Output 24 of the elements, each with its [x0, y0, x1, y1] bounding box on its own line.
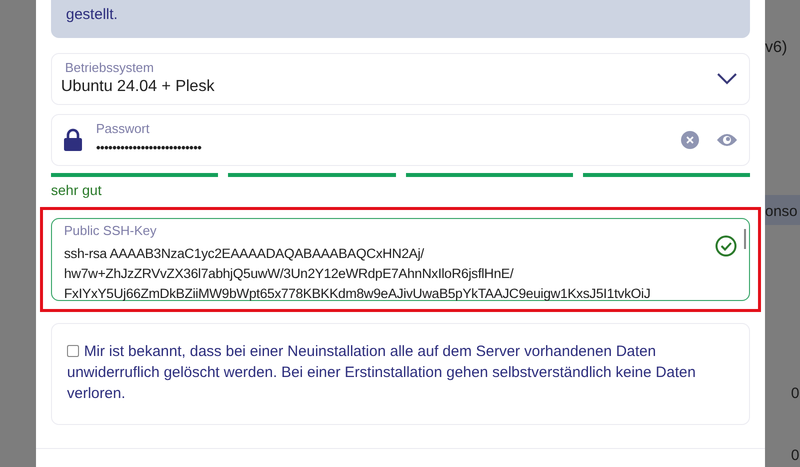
- consent-text: Mir ist bekannt, dass bei einer Neuinstallation alle auf dem Server vorhandenen Daten unwiderruflich gelöscht werden. Bei einer Erstinstallation gehen selbstverständlich keine Daten verloren.: [67, 342, 697, 404]
- field-label: Passwort: [96, 121, 150, 137]
- eye-icon[interactable]: [716, 132, 738, 148]
- check-circle-icon: [715, 235, 737, 257]
- select-value: Ubuntu 24.04 + Plesk: [61, 77, 216, 97]
- chevron-down-icon: [717, 73, 737, 85]
- consent-checkbox[interactable]: [67, 345, 79, 357]
- strength-label: sehr gut: [51, 181, 103, 200]
- info-text: gestellt.: [66, 6, 118, 23]
- background-text: 0: [791, 384, 800, 404]
- background-text: v6): [765, 38, 788, 58]
- field-label: Betriebssystem: [64, 60, 155, 76]
- ssh-key-value: ssh-rsa AAAAB3NzaC1yc2EAAAADAQABAAABAQCxHN2Aj/ hw7w+ZhJzZRVvZX36l7abhjQ5uwW/3Un2Y12eWRdpE7AhnNxIloR6jsflHnE/ FxIYxY5Uj66ZmDkBZiiMW9bWpt65x778KBKKdm8w9eAJivUwaB5pYkTAAJC9euigw1KxsJ5I1tvkOiJ: [64, 245, 652, 303]
- lock-icon: [63, 128, 83, 152]
- background-text: 0: [791, 446, 800, 466]
- background-text: onso: [765, 202, 798, 222]
- os-select[interactable]: Betriebssystem Ubuntu 24.04 + Plesk: [51, 53, 750, 105]
- ssh-key-field[interactable]: [51, 218, 750, 301]
- close-icon: [686, 136, 694, 144]
- clear-button[interactable]: [681, 131, 699, 149]
- scrollbar[interactable]: [744, 229, 746, 249]
- password-value: ••••••••••••••••••••••••••: [96, 139, 202, 157]
- password-field[interactable]: Passwort ••••••••••••••••••••••••••: [51, 114, 750, 166]
- field-label: Public SSH-Key: [64, 223, 158, 239]
